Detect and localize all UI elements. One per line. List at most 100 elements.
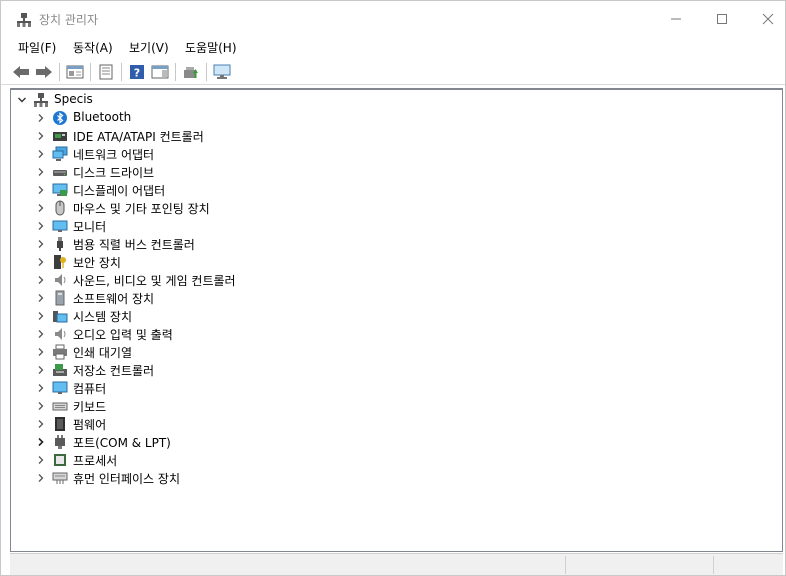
chevron-right-icon[interactable] (36, 275, 46, 285)
back-button[interactable] (11, 62, 31, 82)
chevron-down-icon[interactable] (17, 95, 27, 105)
properties-icon (99, 64, 113, 80)
chevron-right-icon[interactable] (36, 383, 46, 393)
chevron-right-icon[interactable] (36, 185, 46, 195)
tree-item-label: 오디오 입력 및 출력 (73, 328, 173, 342)
port-icon (55, 435, 65, 449)
tree-item[interactable]: 시스템 장치 (11, 307, 771, 325)
scan-hardware-icon (213, 64, 231, 79)
tree-item-label: 모니터 (73, 220, 107, 234)
back-icon (13, 66, 29, 78)
tree-item[interactable]: 사운드, 비디오 및 게임 컨트롤러 (11, 271, 771, 289)
tree-item-label: 프로세서 (73, 454, 118, 468)
mouse-icon (55, 200, 65, 216)
scan-hardware-button[interactable] (212, 62, 232, 82)
chevron-right-icon[interactable] (36, 419, 46, 429)
tree-item[interactable]: 오디오 입력 및 출력 (11, 325, 771, 343)
title-bar: 장치 관리자 (1, 1, 785, 37)
minimize-icon (671, 18, 681, 20)
software-device-icon (55, 290, 65, 306)
tree-item[interactable]: 프로세서 (11, 451, 771, 469)
chevron-right-icon[interactable] (36, 203, 46, 213)
maximize-button[interactable] (699, 1, 745, 37)
keyboard-icon (52, 402, 68, 411)
tree-item-label: 포트(COM & LPT) (73, 436, 171, 450)
minimize-button[interactable] (653, 1, 699, 37)
tree-item[interactable]: 보안 장치 (11, 253, 771, 271)
tree-item[interactable]: 컴퓨터 (11, 379, 771, 397)
svg-text:?: ? (134, 67, 140, 80)
computer-root-icon (34, 93, 48, 107)
tree-item[interactable]: 인쇄 대기열 (11, 343, 771, 361)
storage-controller-icon (53, 364, 67, 376)
toolbar-separator (121, 63, 122, 81)
chevron-right-icon[interactable] (36, 347, 46, 357)
menu-action[interactable]: 동작(A) (73, 39, 113, 56)
tree-item[interactable]: 모니터 (11, 217, 771, 235)
chevron-right-icon[interactable] (36, 473, 46, 483)
chevron-right-icon[interactable] (36, 257, 46, 267)
tree-root-label: Specis (54, 92, 93, 106)
chevron-right-icon[interactable] (36, 329, 46, 339)
chevron-right-icon[interactable] (36, 221, 46, 231)
window-title: 장치 관리자 (39, 13, 99, 27)
status-panel (565, 556, 713, 574)
chevron-right-icon[interactable] (36, 401, 46, 411)
ide-controller-icon (53, 132, 67, 141)
tree-item[interactable]: 마우스 및 기타 포인팅 장치 (11, 199, 771, 217)
tree-item-label: 디스플레이 어댑터 (73, 184, 166, 198)
tree-item-label: 네트워크 어댑터 (73, 148, 155, 162)
chevron-right-icon[interactable] (36, 455, 46, 465)
tree-item[interactable]: 범용 직렬 버스 컨트롤러 (11, 235, 771, 253)
printer-icon (53, 344, 67, 360)
close-button[interactable] (745, 1, 786, 37)
chevron-right-icon[interactable] (36, 239, 46, 249)
tree-root[interactable]: Specis (11, 91, 771, 109)
tree-item[interactable]: 디스플레이 어댑터 (11, 181, 771, 199)
tree-item[interactable]: 휴먼 인터페이스 장치 (11, 469, 771, 487)
tree-item-label: 컴퓨터 (73, 382, 107, 396)
forward-button[interactable] (34, 62, 54, 82)
update-driver-button[interactable] (181, 62, 201, 82)
action-pane-icon (151, 65, 169, 79)
show-hide-console-tree-icon (66, 65, 84, 79)
tree-item[interactable]: 네트워크 어댑터 (11, 145, 771, 163)
chevron-right-icon[interactable] (36, 293, 46, 303)
chevron-right-icon[interactable] (36, 167, 46, 177)
toolbar-separator (59, 63, 60, 81)
menu-file[interactable]: 파일(F) (18, 39, 56, 56)
chevron-right-icon[interactable] (36, 437, 46, 447)
computer-icon (52, 381, 68, 394)
chevron-right-icon[interactable] (36, 365, 46, 375)
usb-icon (57, 237, 63, 251)
tree-item[interactable]: IDE ATA/ATAPI 컨트롤러 (11, 127, 771, 145)
tree-item[interactable]: 키보드 (11, 397, 771, 415)
chevron-right-icon[interactable] (36, 149, 46, 159)
menu-help[interactable]: 도움말(H) (185, 39, 237, 56)
properties-button[interactable] (96, 62, 116, 82)
tree-item-label: Bluetooth (73, 110, 132, 124)
toolbar-separator (175, 63, 176, 81)
show-hide-console-tree-button[interactable] (65, 62, 85, 82)
tree-item[interactable]: 소프트웨어 장치 (11, 289, 771, 307)
tree-item[interactable]: 펌웨어 (11, 415, 771, 433)
tree-item[interactable]: 디스크 드라이브 (11, 163, 771, 181)
forward-icon (36, 66, 52, 78)
system-device-icon (53, 311, 68, 323)
action-pane-button[interactable] (150, 62, 170, 82)
toolbar: ? (1, 59, 785, 85)
menu-bar: 파일(F) 동작(A) 보기(V) 도움말(H) (1, 37, 785, 57)
chevron-right-icon[interactable] (36, 131, 46, 141)
help-button[interactable]: ? (127, 62, 147, 82)
tree-item-label: 휴먼 인터페이스 장치 (73, 472, 180, 486)
chevron-right-icon[interactable] (36, 311, 46, 321)
tree-item-label: 시스템 장치 (73, 310, 133, 324)
disk-drive-icon (53, 170, 67, 176)
chevron-right-icon[interactable] (36, 113, 46, 123)
tree-item-label: 인쇄 대기열 (73, 346, 133, 360)
tree-item-label: 보안 장치 (73, 256, 121, 270)
tree-item[interactable]: 저장소 컨트롤러 (11, 361, 771, 379)
tree-item[interactable]: 포트(COM & LPT) (11, 433, 771, 451)
tree-item[interactable]: Bluetooth (11, 109, 771, 127)
menu-view[interactable]: 보기(V) (129, 39, 169, 56)
